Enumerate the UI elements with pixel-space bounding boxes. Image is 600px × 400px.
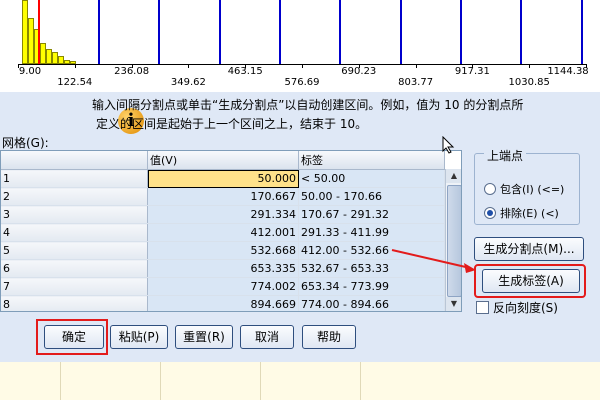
row-number[interactable]: 7 <box>1 277 148 296</box>
cutpoint-value-cell[interactable]: 412.001 <box>147 223 299 242</box>
cutpoint-grid[interactable]: 值(V) 标签 1 50.000 < 50.00 2 170.667 50.00 - 17… <box>0 150 462 312</box>
axis-tick-label: 9.00 <box>18 66 42 77</box>
cutpoint-value-cell[interactable]: 774.002 <box>147 277 299 296</box>
sheet-column-line <box>160 362 161 400</box>
cutpoint-value-cell[interactable]: 170.667 <box>147 187 299 206</box>
info-text: 输入间隔分割点或单击“生成分割点”以自动创建区间。例如，值为 10 的分割点所 … <box>92 96 592 134</box>
table-row[interactable]: 7 774.002 653.34 - 773.99 <box>1 277 445 296</box>
ok-button[interactable]: 确定 <box>44 325 104 349</box>
radio-exclude-label: 排除(E) (<) <box>500 207 559 220</box>
table-row[interactable]: 4 412.001 291.33 - 411.99 <box>1 223 445 242</box>
row-number[interactable]: 8 <box>1 295 148 311</box>
table-row[interactable]: 2 170.667 50.00 - 170.66 <box>1 187 445 206</box>
cancel-button[interactable]: 取消 <box>240 325 294 349</box>
row-number[interactable]: 5 <box>1 241 148 260</box>
axis-tick-label: 463.15 <box>227 66 263 77</box>
sheet-column-line <box>260 362 261 400</box>
radio-exclude-circle[interactable] <box>484 207 496 219</box>
row-number[interactable]: 3 <box>1 205 148 224</box>
make-labels-button[interactable]: 生成标签(A) <box>482 269 580 293</box>
grid-label: 网格(G): <box>2 136 49 150</box>
cutpoint-value-cell[interactable]: 532.668 <box>147 241 299 260</box>
radio-exclude[interactable]: 排除(E) (<) <box>484 205 559 221</box>
paste-button[interactable]: 粘贴(P) <box>110 325 168 349</box>
cutpoint-line <box>339 0 342 64</box>
grid-scrollbar[interactable]: ▲ ▼ <box>445 169 461 311</box>
axis-tick <box>188 64 190 68</box>
make-cutpoints-button[interactable]: 生成分割点(M)... <box>474 237 584 261</box>
sheet-column-line <box>360 362 361 400</box>
axis-tick-label: 576.69 <box>284 77 320 88</box>
reverse-scale-box[interactable] <box>476 301 489 314</box>
cutpoint-label-cell[interactable]: 291.33 - 411.99 <box>298 223 445 242</box>
scroll-down-arrow-icon[interactable]: ▼ <box>446 297 461 311</box>
scroll-up-arrow-icon[interactable]: ▲ <box>446 169 461 183</box>
cutpoint-line <box>580 0 583 64</box>
cutpoint-label-cell[interactable]: 412.00 - 532.66 <box>298 241 445 260</box>
table-row[interactable]: 8 894.669 774.00 - 894.66 <box>1 295 445 311</box>
axis-tick-label: 349.62 <box>170 77 206 88</box>
cutpoint-line <box>399 0 402 64</box>
help-button[interactable]: 帮助 <box>302 325 356 349</box>
visual-binning-dialog: i 输入间隔分割点或单击“生成分割点”以自动创建区间。例如，值为 10 的分割点… <box>0 92 600 400</box>
axis-tick-label: 122.54 <box>57 77 93 88</box>
grid-header-rownum <box>1 151 148 170</box>
background-spreadsheet <box>0 362 600 400</box>
axis-tick <box>415 64 417 68</box>
mouse-cursor-icon <box>442 136 455 154</box>
radio-include[interactable]: 包含(I) (<=) <box>484 181 564 197</box>
row-number[interactable]: 1 <box>1 169 148 188</box>
cutpoint-line <box>460 0 463 64</box>
cutpoint-label-cell[interactable]: 170.67 - 291.32 <box>298 205 445 224</box>
selected-cutpoint-line <box>37 0 40 64</box>
cutpoint-label-cell[interactable]: 50.00 - 170.66 <box>298 187 445 206</box>
axis-tick <box>302 64 303 68</box>
cutpoint-line <box>97 0 100 64</box>
reverse-scale-label: 反向刻度(S) <box>493 301 558 315</box>
cutpoint-label-cell[interactable]: 774.00 - 894.66 <box>298 295 445 311</box>
cutpoint-line <box>520 0 523 64</box>
cutpoint-label-cell[interactable]: 532.67 - 653.33 <box>298 259 445 278</box>
upper-endpoint-title: 上端点 <box>484 147 527 164</box>
axis-tick-label: 1030.85 <box>508 77 550 88</box>
axis-tick <box>529 64 531 68</box>
table-row[interactable]: 3 291.334 170.67 - 291.32 <box>1 205 445 224</box>
axis-tick-label: 803.77 <box>398 77 434 88</box>
cutpoint-label-cell[interactable]: < 50.00 <box>298 169 445 188</box>
cutpoint-value-cell[interactable]: 894.669 <box>147 295 299 311</box>
cutpoint-line <box>158 0 161 64</box>
radio-include-circle[interactable] <box>484 183 496 195</box>
cutpoint-value-cell[interactable]: 291.334 <box>147 205 299 224</box>
histogram-plot <box>18 0 588 66</box>
info-line-2: 定义的区间是起始于上一个区间之上，结束于 10。 <box>96 117 368 131</box>
radio-include-label: 包含(I) (<=) <box>500 183 565 196</box>
reset-button[interactable]: 重置(R) <box>175 325 233 349</box>
axis-tick-label: 236.08 <box>114 66 150 77</box>
reverse-scale-checkbox[interactable]: 反向刻度(S) <box>476 299 558 316</box>
grid-header-label[interactable]: 标签 <box>298 151 445 170</box>
sheet-column-line <box>60 362 61 400</box>
axis-tick-label: 917.31 <box>454 66 490 77</box>
histogram-panel: 9.00 236.08 463.15 690.23 917.31 1144.38 122.5… <box>0 0 600 92</box>
cutpoint-value-cell[interactable]: 653.335 <box>147 259 299 278</box>
row-number[interactable]: 2 <box>1 187 148 206</box>
table-row[interactable]: 6 653.335 532.67 - 653.33 <box>1 259 445 278</box>
table-row[interactable]: 5 532.668 412.00 - 532.66 <box>1 241 445 260</box>
grid-header-value[interactable]: 值(V) <box>147 151 299 170</box>
cutpoint-label-cell[interactable]: 653.34 - 773.99 <box>298 277 445 296</box>
cutpoint-value-cell[interactable]: 50.000 <box>147 169 299 188</box>
scroll-thumb[interactable] <box>447 185 461 297</box>
axis-tick-label: 690.23 <box>341 66 377 77</box>
row-number[interactable]: 4 <box>1 223 148 242</box>
info-line-1: 输入间隔分割点或单击“生成分割点”以自动创建区间。例如，值为 10 的分割点所 <box>92 98 524 112</box>
table-row[interactable]: 1 50.000 < 50.00 <box>1 169 445 188</box>
axis-tick-label: 1144.38 <box>547 66 589 77</box>
cutpoint-line <box>278 0 281 64</box>
cutpoint-line <box>218 0 221 64</box>
axis-tick <box>74 64 76 68</box>
row-number[interactable]: 6 <box>1 259 148 278</box>
